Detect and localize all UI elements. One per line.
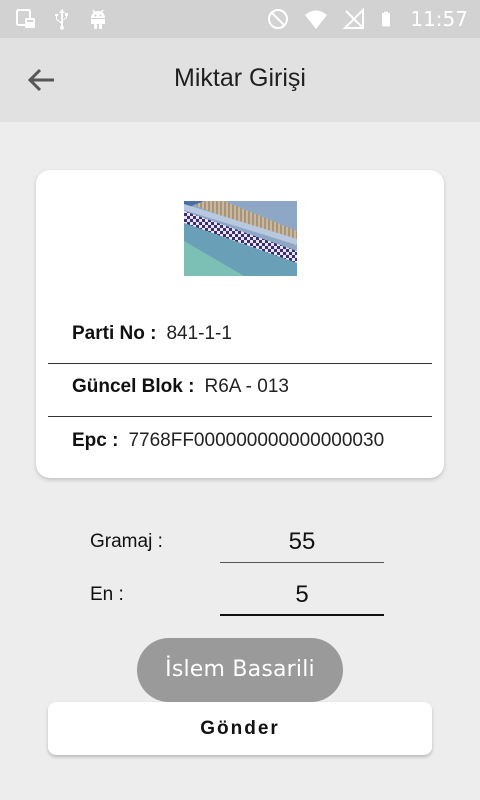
no-signal-icon [342,7,365,29]
send-button[interactable]: Gönder [48,702,432,755]
fabric-image [184,201,297,276]
usb-icon [55,9,68,30]
divider [48,416,432,417]
app-bar: Miktar Girişi [0,38,480,122]
en-input[interactable]: 5 [220,578,384,612]
info-card: Parti No : 841-1-1 Güncel Blok : R6A - 013… [36,170,444,478]
gramaj-label: Gramaj : [90,531,163,552]
screenshot-icon [16,9,35,28]
wifi-icon [305,10,328,29]
epc-row: Epc : 7768FF000000000000000030 [72,430,384,452]
gramaj-underline [220,562,384,563]
gramaj-input[interactable]: 55 [220,525,384,559]
status-right-icons: 11:57 [266,6,468,32]
status-time: 11:57 [410,7,468,31]
status-left-icons [14,7,110,31]
parti-no-label: Parti No : [72,323,157,344]
parti-no-row: Parti No : 841-1-1 [72,323,232,345]
epc-value: 7768FF000000000000000030 [128,430,385,451]
android-icon [91,9,105,29]
divider [48,363,432,364]
parti-no-value: 841-1-1 [166,323,232,344]
do-not-disturb-icon [268,9,289,29]
guncel-blok-value: R6A - 013 [204,376,289,397]
guncel-blok-label: Güncel Blok : [72,376,195,397]
en-underline [220,614,384,616]
success-toast: İslem Basarili [137,638,343,702]
battery-icon [382,11,391,27]
en-label: En : [90,584,124,605]
epc-label: Epc : [72,430,119,451]
guncel-blok-row: Güncel Blok : R6A - 013 [72,376,289,398]
status-bar: 11:57 [0,0,480,38]
page-title: Miktar Girişi [174,64,306,92]
